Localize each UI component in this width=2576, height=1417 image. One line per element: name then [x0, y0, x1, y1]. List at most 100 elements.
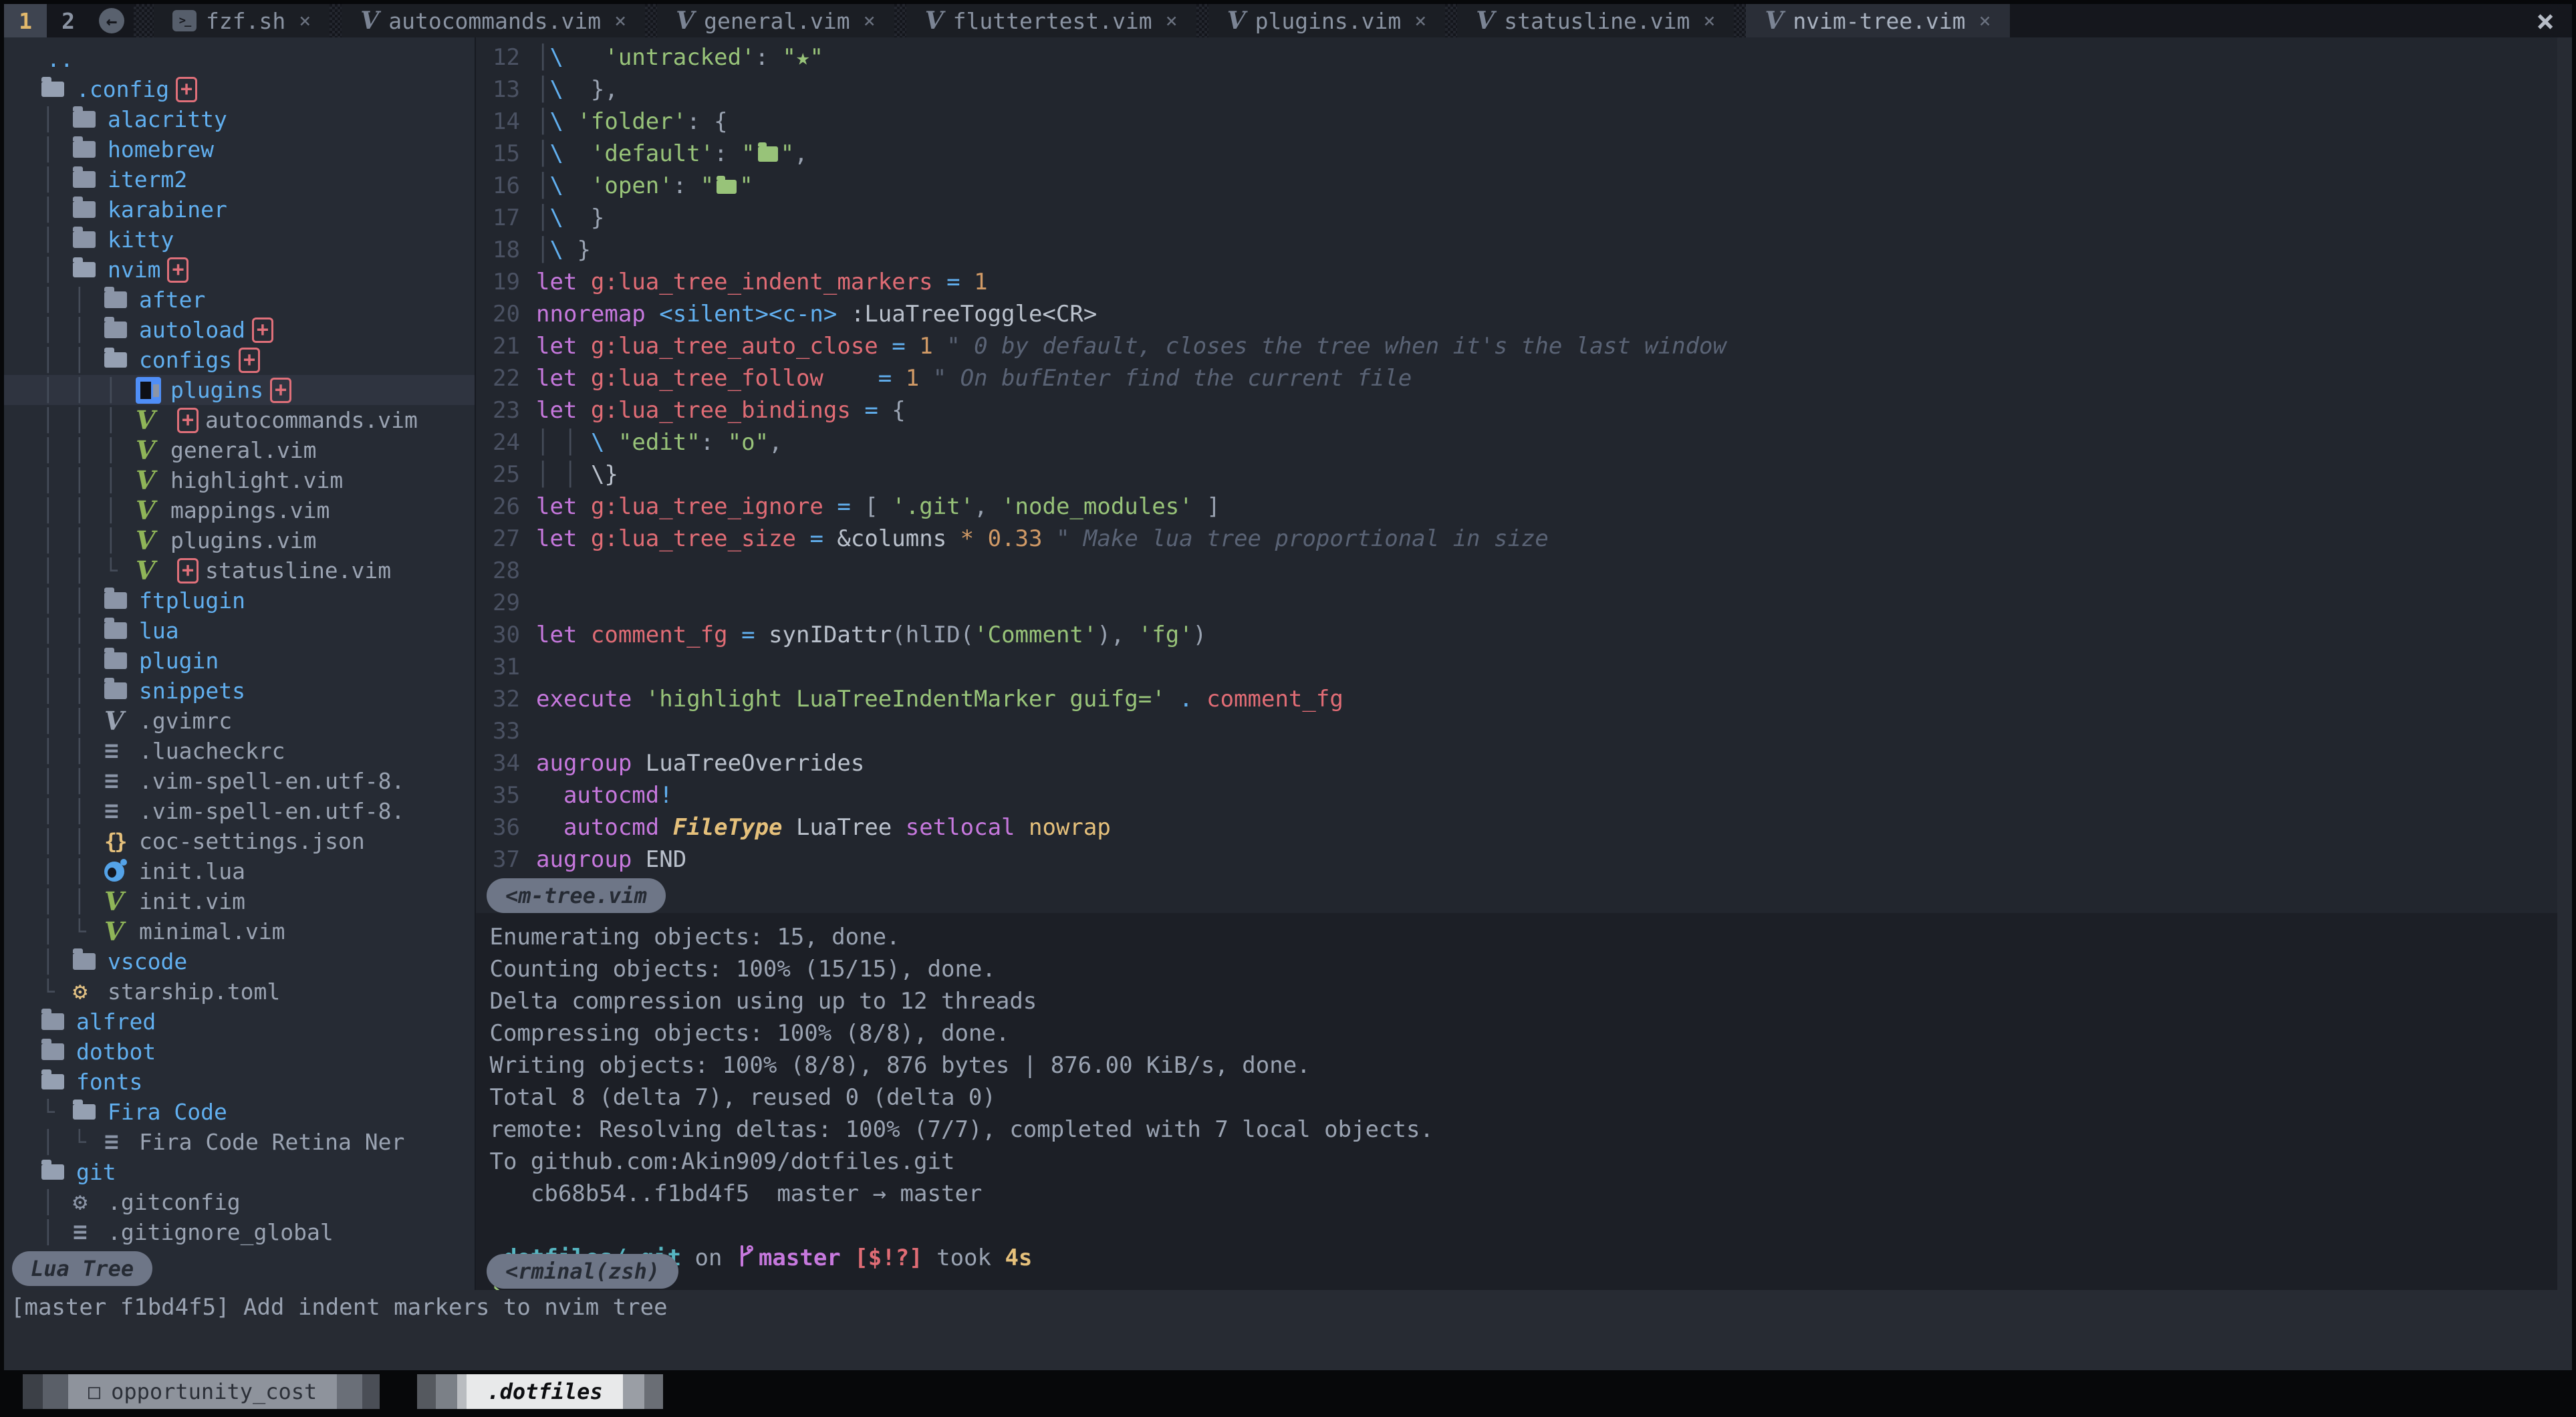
editor-line: 30let comment_fg = synIDattr(hlID('Comme…: [476, 619, 2557, 651]
file-tree-panel[interactable]: ...config +│alacritty│homebrew│iterm2│kar…: [4, 37, 475, 1290]
tree-item-general.vim[interactable]: │││Vgeneral.vim: [4, 435, 475, 465]
tree-item-starship.toml[interactable]: └⚙starship.toml: [4, 977, 475, 1007]
tree-item-.config[interactable]: .config +: [4, 74, 475, 104]
tree-item-fonts[interactable]: fonts: [4, 1067, 475, 1097]
tab-close-icon[interactable]: ×: [614, 9, 626, 33]
tree-item-configs[interactable]: ││configs+: [4, 345, 475, 375]
tree-item-alacritty[interactable]: │alacritty: [4, 104, 475, 134]
terminal-pane[interactable]: Enumerating objects: 15, done. Counting …: [476, 913, 2557, 1290]
tab-close-icon[interactable]: ×: [1703, 9, 1715, 33]
terminal-line: cb68b54..f1bd4f5 master → master: [476, 1178, 2557, 1210]
tree-item-coc-settings.json[interactable]: ││{}coc-settings.json: [4, 826, 475, 856]
code-segment: ,: [769, 429, 782, 456]
tree-item-karabiner[interactable]: │karabiner: [4, 195, 475, 225]
tab-statusline.vim[interactable]: Vstatusline.vim×: [1457, 4, 1734, 37]
tree-item-.vim-spell-en.utf-8.[interactable]: ││≡.vim-spell-en.utf-8.: [4, 796, 475, 826]
code-segment: [892, 365, 905, 392]
tab-general.vim[interactable]: Vgeneral.vim×: [657, 4, 894, 37]
tree-guide: │: [73, 648, 104, 674]
tree-item-init.lua[interactable]: ││init.lua: [4, 856, 475, 886]
tree-guide: └: [41, 1099, 73, 1125]
tree-item-minimal.vim[interactable]: │└Vminimal.vim: [4, 916, 475, 946]
tree-item-label: mappings.vim: [170, 497, 330, 523]
tree-item-git[interactable]: git: [4, 1157, 475, 1187]
tree-item-.gitconfig[interactable]: │⚙.gitconfig: [4, 1187, 475, 1217]
code-segment: ": [781, 140, 794, 167]
tab-autocommands.vim[interactable]: Vautocommands.vim×: [342, 4, 645, 37]
folder-icon: [104, 652, 127, 669]
code-segment: \: [549, 44, 563, 71]
code-segment: .: [1179, 686, 1192, 713]
tree-item-nvim[interactable]: │nvim+: [4, 255, 475, 285]
statusbar-segment: [457, 1374, 467, 1409]
tree-item-statusline.vim[interactable]: ││└V+statusline.vim: [4, 555, 475, 586]
tree-item-init.vim[interactable]: ││Vinit.vim: [4, 886, 475, 916]
tree-item-plugins.vim[interactable]: │││Vplugins.vim: [4, 525, 475, 555]
statusbar-left-segments: [23, 1374, 68, 1409]
tree-item-..[interactable]: ..: [4, 44, 475, 74]
code-segment: │: [536, 237, 549, 263]
tmux-window-opportunity-cost[interactable]: □ opportunity_cost: [68, 1374, 337, 1409]
tab-plugins.vim[interactable]: Vplugins.vim×: [1208, 4, 1446, 37]
code-editor[interactable]: 12│\ 'untracked': "★"13│\ },14│\ 'folder…: [476, 37, 2557, 878]
tab-close-icon[interactable]: ×: [1979, 9, 1991, 33]
tree-item-.gvimrc[interactable]: ││V.gvimrc: [4, 706, 475, 736]
tree-item-Fira-Code[interactable]: └Fira Code: [4, 1097, 475, 1127]
code-segment: END: [646, 846, 686, 873]
line-number: 15: [476, 138, 520, 170]
tree-item-lua[interactable]: ││lua: [4, 616, 475, 646]
tab-nvim-tree.vim[interactable]: Vnvim-tree.vim×: [1746, 4, 2009, 37]
tree-item-plugins[interactable]: │││plugins+: [4, 375, 475, 405]
tree-item-autocommands.vim[interactable]: │││V+autocommands.vim: [4, 405, 475, 435]
tree-item-dotbot[interactable]: dotbot: [4, 1037, 475, 1067]
tree-item-iterm2[interactable]: │iterm2: [4, 164, 475, 195]
vim-icon: V: [136, 529, 155, 552]
tree-item-ftplugin[interactable]: ││ftplugin: [4, 586, 475, 616]
tab-close-icon[interactable]: ×: [1166, 9, 1178, 33]
tree-item-vscode[interactable]: │vscode: [4, 946, 475, 977]
code-segment: let: [536, 622, 577, 648]
tab-number[interactable]: 2: [47, 4, 90, 37]
tree-guide: │: [41, 197, 73, 223]
json-icon: {}: [104, 829, 125, 854]
tree-item-label: plugins: [170, 377, 263, 403]
code-segment: [536, 782, 563, 809]
tree-item-.gitignore-global[interactable]: │≡.gitignore_global: [4, 1217, 475, 1247]
code-segment: [577, 333, 590, 360]
folder-icon: [104, 321, 139, 338]
tmux-window-dotfiles[interactable]: .dotfiles: [467, 1374, 622, 1409]
tree-item-kitty[interactable]: │kitty: [4, 225, 475, 255]
tab-close-icon[interactable]: ×: [864, 9, 876, 33]
tree-item-homebrew[interactable]: │homebrew: [4, 134, 475, 164]
tree-item-label: Fira Code Retina Ner: [139, 1129, 404, 1155]
tree-item-label: statusline.vim: [205, 557, 391, 584]
tree-item-plugin[interactable]: ││plugin: [4, 646, 475, 676]
folder-icon: [104, 622, 127, 639]
vim-icon: V: [104, 920, 124, 943]
tab-close-icon[interactable]: ×: [1414, 9, 1426, 33]
tab-number[interactable]: 1: [4, 4, 47, 37]
editor-line: 13│\ },: [476, 74, 2557, 106]
tree-item-.luacheckrc[interactable]: ││≡.luacheckrc: [4, 736, 475, 766]
tree-item-alfred[interactable]: alfred: [4, 1007, 475, 1037]
tree-item-mappings.vim[interactable]: │││Vmappings.vim: [4, 495, 475, 525]
close-all-button[interactable]: ×: [2536, 4, 2555, 37]
tree-item-label: .config: [76, 76, 169, 102]
tree-item-label: coc-settings.json: [139, 828, 365, 854]
tab-close-icon[interactable]: ×: [299, 9, 311, 33]
history-button[interactable]: ←: [90, 4, 134, 37]
tree-item-highlight.vim[interactable]: │││Vhighlight.vim: [4, 465, 475, 495]
tree-guide: │: [41, 407, 73, 433]
tree-guide: │: [41, 708, 73, 734]
tree-item-snippets[interactable]: ││snippets: [4, 676, 475, 706]
git-plus-badge: +: [176, 77, 197, 102]
tab-fzf.sh[interactable]: >_fzf.sh×: [154, 4, 330, 37]
tree-item-after[interactable]: ││after: [4, 285, 475, 315]
tree-item-Fira-Code-Retina-Ner[interactable]: │└≡Fira Code Retina Ner: [4, 1127, 475, 1157]
tree-item-label: .vim-spell-en.utf-8.: [139, 768, 404, 794]
vim-icon: V: [1227, 10, 1246, 31]
tree-item-.vim-spell-en.utf-8.[interactable]: ││≡.vim-spell-en.utf-8.: [4, 766, 475, 796]
gear-yellow-icon: ⚙: [73, 980, 108, 1004]
tree-item-autoload[interactable]: ││autoload+: [4, 315, 475, 345]
tab-fluttertest.vim[interactable]: Vfluttertest.vim×: [906, 4, 1196, 37]
